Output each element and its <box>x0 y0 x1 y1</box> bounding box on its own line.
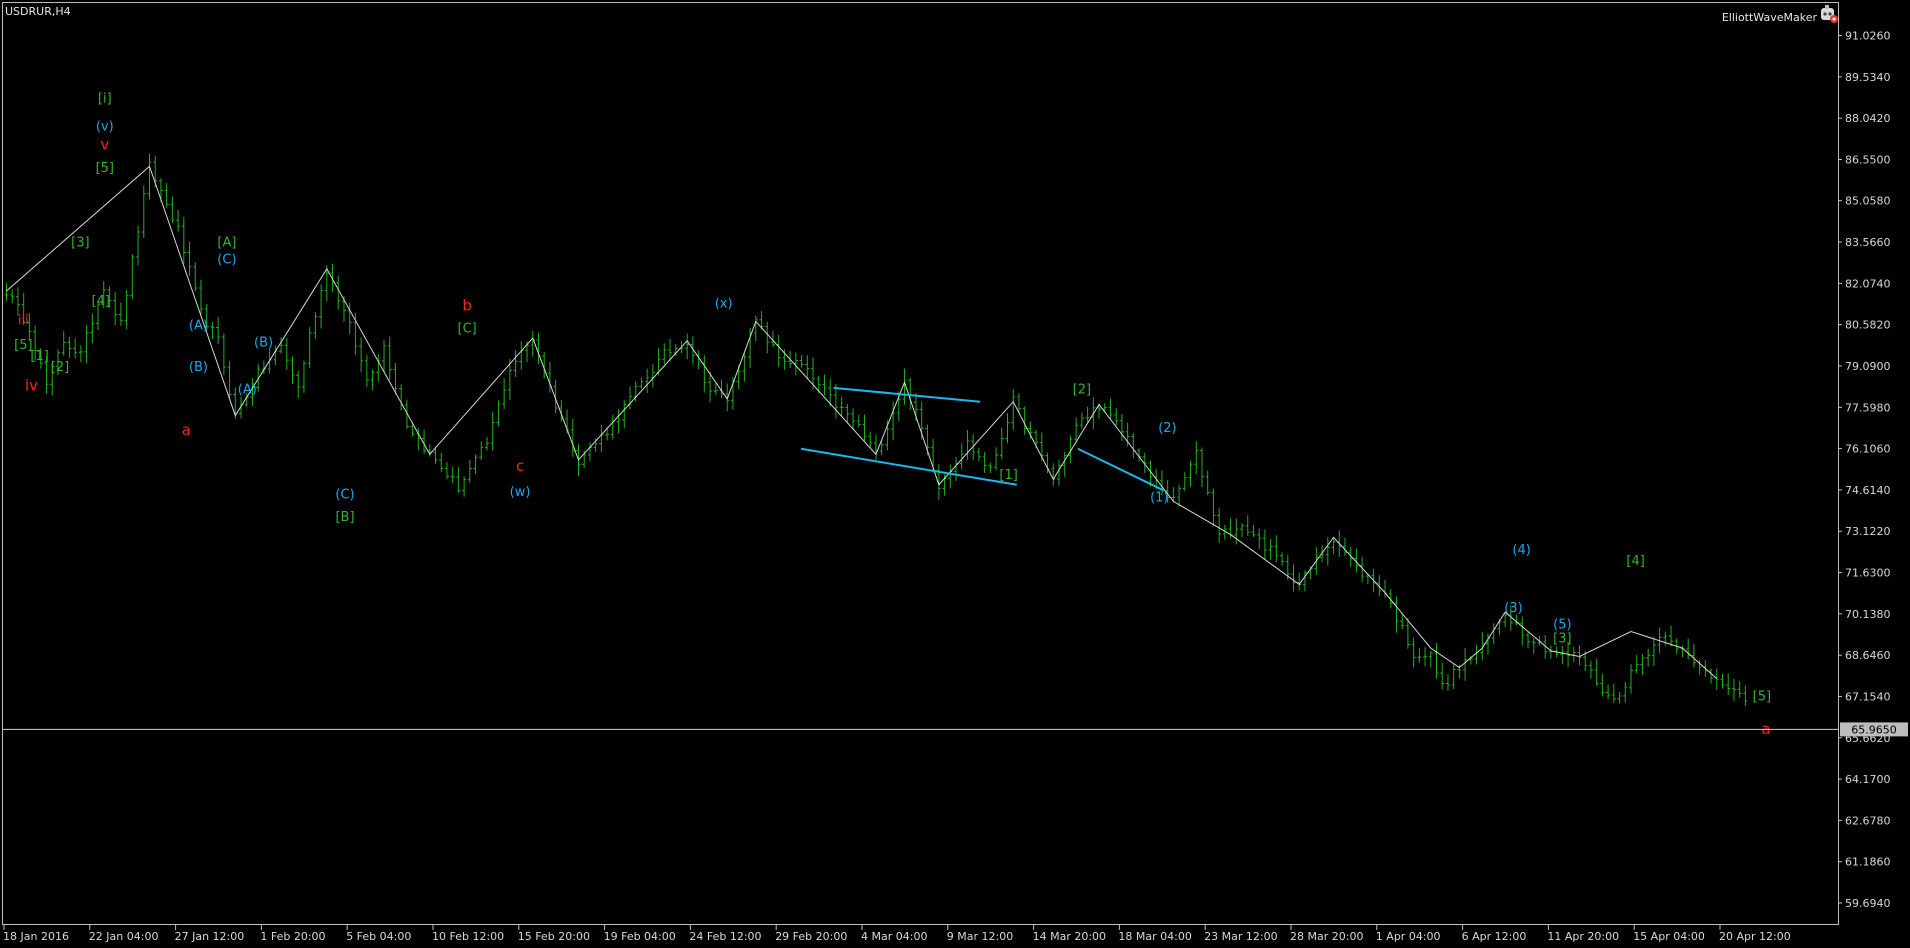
x-tick-label: 18 Mar 04:00 <box>1118 930 1191 943</box>
wave-label: iii <box>18 313 29 328</box>
y-tick-label: 67.1540 <box>1845 690 1891 703</box>
x-tick-label: 29 Feb 20:00 <box>775 930 847 943</box>
wave-label: (w) <box>510 485 531 500</box>
x-tick-label: 18 Jan 2016 <box>3 930 69 943</box>
y-tick-label: 82.0740 <box>1845 277 1891 290</box>
x-tick-label: 27 Jan 12:00 <box>175 930 245 943</box>
wave-label: [C] <box>458 321 477 336</box>
wave-label: (B) <box>254 335 273 350</box>
wave-label: [4] <box>1626 554 1644 569</box>
wave-label: (2) <box>1158 421 1176 436</box>
wave-label: (C) <box>217 252 236 267</box>
wave-label: v <box>100 136 109 154</box>
x-tick-label: 24 Feb 12:00 <box>689 930 761 943</box>
current-price-label: 65.9650 <box>1851 723 1897 736</box>
wave-label: [3] <box>1553 632 1571 647</box>
wave-label: [1] <box>999 468 1017 483</box>
wave-label: (C) <box>335 488 354 503</box>
wave-label: (A) <box>238 382 257 397</box>
x-tick-label: 11 Apr 20:00 <box>1547 930 1619 943</box>
y-tick-label: 61.1860 <box>1845 856 1891 869</box>
y-tick-label: 86.5500 <box>1845 153 1891 166</box>
y-tick-label: 64.1700 <box>1845 773 1891 786</box>
wave-label: (4) <box>1512 543 1530 558</box>
y-tick-label: 73.1220 <box>1845 525 1891 538</box>
x-tick-label: 1 Feb 20:00 <box>260 930 325 943</box>
wave-label: [A] <box>217 236 236 251</box>
y-tick-label: 77.5980 <box>1845 401 1891 414</box>
x-tick-label: 15 Feb 20:00 <box>518 930 590 943</box>
x-tick-label: 9 Mar 12:00 <box>947 930 1013 943</box>
wave-label: (1) <box>1150 490 1168 505</box>
y-tick-label: 83.5660 <box>1845 236 1891 249</box>
symbol-title: USDRUR,H4 <box>5 5 71 18</box>
wave-label: (3) <box>1504 601 1522 616</box>
wave-label: (B) <box>189 360 208 375</box>
x-tick-label: 22 Jan 04:00 <box>89 930 159 943</box>
wave-label: [5] <box>1753 690 1771 705</box>
x-tick-label: 1 Apr 04:00 <box>1376 930 1441 943</box>
indicator-name[interactable]: ElliottWaveMaker <box>1722 11 1818 24</box>
x-tick-label: 15 Apr 04:00 <box>1633 930 1705 943</box>
wave-label: c <box>516 457 524 475</box>
wave-label: [4] <box>92 294 110 309</box>
y-tick-label: 59.6940 <box>1845 897 1891 910</box>
wave-label: [2] <box>1073 382 1091 397</box>
y-tick-label: 70.1380 <box>1845 608 1891 621</box>
wave-label: (v) <box>96 119 114 134</box>
wave-label: [i] <box>98 92 112 107</box>
y-tick-label: 74.6140 <box>1845 484 1891 497</box>
x-tick-label: 14 Mar 20:00 <box>1033 930 1106 943</box>
wave-label: [1] <box>30 349 48 364</box>
wave-label: iv <box>25 377 38 395</box>
x-tick-label: 6 Apr 12:00 <box>1462 930 1527 943</box>
wave-label: [B] <box>335 510 354 525</box>
wave-label: [5] <box>96 161 114 176</box>
wave-label: [2] <box>51 360 69 375</box>
wave-label: (5) <box>1553 618 1571 633</box>
wave-label: a <box>182 421 191 439</box>
wave-label: (A) <box>189 319 208 334</box>
x-tick-label: 20 Apr 12:00 <box>1719 930 1791 943</box>
y-tick-label: 85.0580 <box>1845 195 1891 208</box>
x-tick-label: 23 Mar 12:00 <box>1204 930 1277 943</box>
y-tick-label: 68.6460 <box>1845 649 1891 662</box>
ohlc-chart[interactable]: [i](v)v[5][3][4]iii[5][1][2]iv[A](C)(A)(… <box>0 0 1910 948</box>
y-tick-label: 89.5340 <box>1845 71 1891 84</box>
y-tick-label: 71.6300 <box>1845 567 1891 580</box>
x-tick-label: 19 Feb 04:00 <box>604 930 676 943</box>
y-tick-label: 91.0260 <box>1845 30 1891 43</box>
price-box: 65.9650 <box>1840 722 1908 737</box>
y-tick-label: 79.0900 <box>1845 360 1891 373</box>
x-tick-label: 5 Feb 04:00 <box>346 930 411 943</box>
y-tick-label: 76.1060 <box>1845 443 1891 456</box>
wave-label: (x) <box>715 297 733 312</box>
wave-label: b <box>462 296 472 314</box>
y-tick-label: 88.0420 <box>1845 112 1891 125</box>
y-tick-label: 80.5820 <box>1845 319 1891 332</box>
wave-label: [3] <box>71 236 89 251</box>
x-tick-label: 28 Mar 20:00 <box>1290 930 1363 943</box>
x-tick-label: 10 Feb 12:00 <box>432 930 504 943</box>
x-tick-label: 4 Mar 04:00 <box>861 930 927 943</box>
y-tick-label: 62.6780 <box>1845 814 1891 827</box>
